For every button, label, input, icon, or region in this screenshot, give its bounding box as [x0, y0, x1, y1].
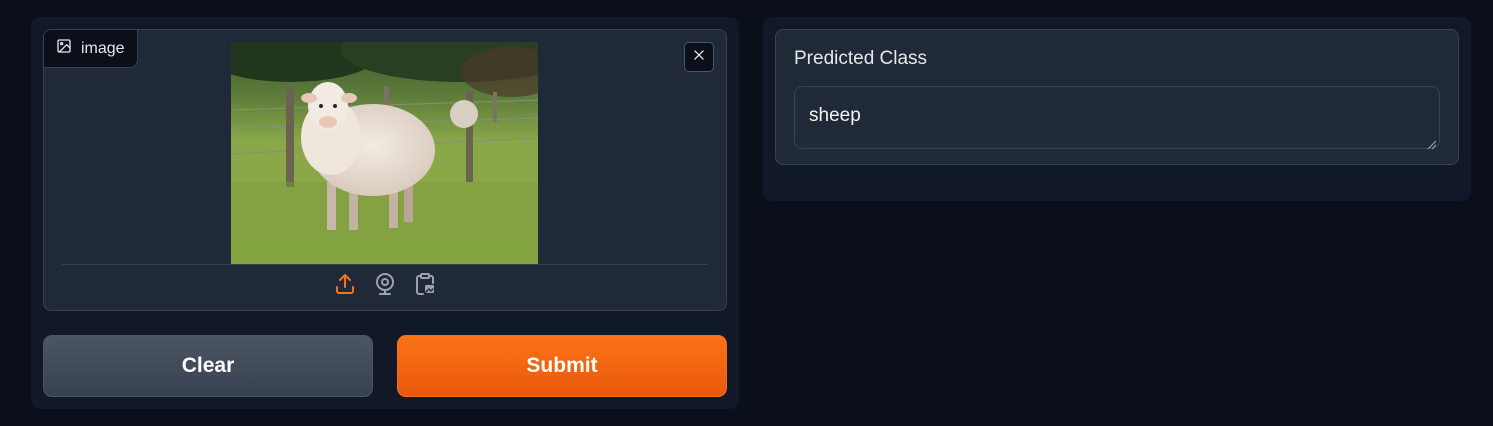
clipboard-source-button[interactable]: [412, 272, 438, 301]
predicted-class-value: sheep: [809, 105, 861, 126]
predicted-class-label: Predicted Class: [794, 48, 928, 69]
webcam-icon: [373, 272, 397, 301]
app-root: image Clear Submit Predicted Class sheep: [0, 0, 1493, 426]
upload-icon: [333, 272, 357, 301]
image-icon: [56, 38, 72, 59]
clear-button[interactable]: Clear: [43, 335, 373, 397]
submit-button[interactable]: Submit: [397, 335, 727, 397]
image-input[interactable]: image: [43, 29, 727, 311]
upload-source-button[interactable]: [332, 273, 358, 299]
clipboard-icon: [413, 272, 437, 301]
output-panel: Predicted Class sheep: [763, 17, 1471, 201]
image-source-toolbar: [44, 270, 726, 302]
resize-handle-icon[interactable]: [1425, 134, 1437, 150]
image-preview: [231, 42, 538, 264]
predicted-class-block: Predicted Class sheep: [775, 29, 1459, 165]
webcam-source-button[interactable]: [372, 272, 398, 301]
image-source-divider: [62, 264, 708, 265]
image-input-label-text: image: [81, 39, 125, 57]
predicted-class-textbox[interactable]: sheep: [794, 86, 1440, 150]
input-panel: image Clear Submit: [31, 17, 739, 409]
clear-image-button[interactable]: [684, 42, 714, 72]
image-input-label: image: [44, 30, 138, 68]
close-icon: [692, 48, 706, 67]
